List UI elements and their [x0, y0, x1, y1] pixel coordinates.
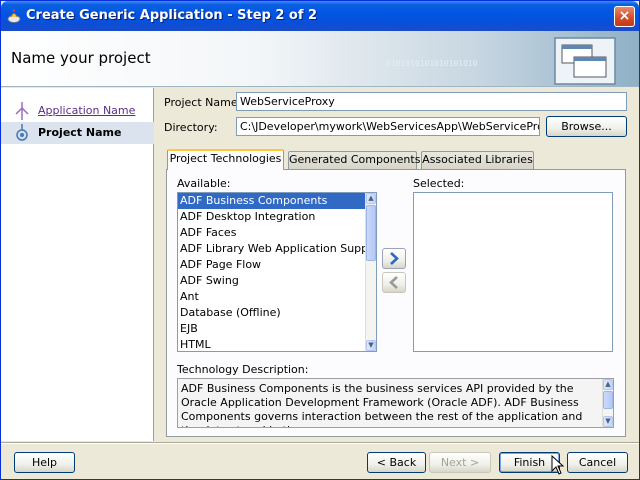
footer-divider	[1, 442, 639, 444]
list-item[interactable]: ADF Library Web Application Support	[178, 241, 376, 257]
nav-item-project-name[interactable]: Project Name	[1, 122, 154, 144]
list-item[interactable]: ADF Page Flow	[178, 257, 376, 273]
technology-description: ADF Business Components is the business …	[177, 378, 614, 428]
mouse-pointer-icon	[551, 455, 565, 475]
directory-label: Directory:	[164, 121, 218, 134]
list-item[interactable]: Ant	[178, 289, 376, 305]
title-bar[interactable]: Create Generic Application - Step 2 of 2…	[1, 1, 639, 31]
list-item[interactable]: ADF Business Components	[178, 193, 376, 209]
page-title: Name your project	[11, 49, 151, 67]
wizard-step-icon	[16, 124, 28, 141]
nav-item-application-name[interactable]: Application Name	[1, 100, 154, 122]
list-item[interactable]: ADF Desktop Integration	[178, 209, 376, 225]
help-button[interactable]: Help	[14, 452, 75, 473]
list-item[interactable]: ADF Faces	[178, 225, 376, 241]
add-technology-button[interactable]	[382, 248, 406, 269]
tab-generated-components[interactable]: Generated Components	[288, 151, 420, 169]
scroll-thumb[interactable]	[603, 391, 613, 409]
back-button[interactable]: < Back	[367, 452, 426, 473]
remove-technology-button[interactable]	[382, 272, 406, 293]
scroll-up-button[interactable]: ▲	[603, 379, 613, 390]
selected-label: Selected:	[413, 177, 465, 190]
description-scrollbar[interactable]: ▲ ▼	[602, 379, 613, 427]
list-item[interactable]: Database (Offline)	[178, 305, 376, 321]
list-item[interactable]: HTML	[178, 337, 376, 351]
wizard-step-icon	[15, 102, 29, 120]
close-button[interactable]: ×	[614, 6, 635, 27]
scroll-thumb[interactable]	[366, 205, 376, 261]
wizard-window: Create Generic Application - Step 2 of 2…	[0, 0, 640, 480]
selected-technologies-list[interactable]	[413, 192, 613, 352]
scroll-down-button[interactable]: ▼	[603, 416, 613, 427]
tab-project-technologies[interactable]: Project Technologies	[167, 149, 284, 170]
browse-button[interactable]: Browse...	[546, 116, 627, 137]
header-decoration: 0101010101010101010	[386, 59, 478, 68]
tab-associated-libraries[interactable]: Associated Libraries	[421, 151, 534, 169]
project-name-input[interactable]: WebServiceProxy	[236, 92, 627, 111]
wizard-steps-panel: Application Name Project Name	[1, 88, 154, 441]
available-technologies-list[interactable]: ADF Business Components ADF Desktop Integ…	[177, 192, 377, 352]
directory-input[interactable]: C:\JDeveloper\mywork\WebServicesApp\WebS…	[236, 117, 540, 136]
wizard-header: Name your project 0101010101010101010	[1, 31, 639, 87]
technology-description-label: Technology Description:	[177, 363, 309, 376]
window-title: Create Generic Application - Step 2 of 2	[26, 8, 318, 23]
cancel-button[interactable]: Cancel	[567, 452, 628, 473]
wizard-banner-icon	[554, 37, 616, 85]
app-icon	[7, 9, 21, 23]
available-list-scrollbar[interactable]: ▲ ▼	[365, 193, 376, 351]
nav-item-label: Project Name	[38, 126, 122, 139]
nav-item-label[interactable]: Application Name	[38, 104, 135, 117]
arrow-left-icon	[389, 276, 398, 289]
arrow-right-icon	[390, 252, 399, 265]
available-label: Available:	[177, 177, 231, 190]
scroll-up-button[interactable]: ▲	[366, 193, 376, 204]
next-button[interactable]: Next >	[429, 452, 491, 473]
list-item[interactable]: ADF Swing	[178, 273, 376, 289]
list-item[interactable]: EJB	[178, 321, 376, 337]
scroll-down-button[interactable]: ▼	[366, 340, 376, 351]
project-name-label: Project Name:	[164, 96, 242, 109]
